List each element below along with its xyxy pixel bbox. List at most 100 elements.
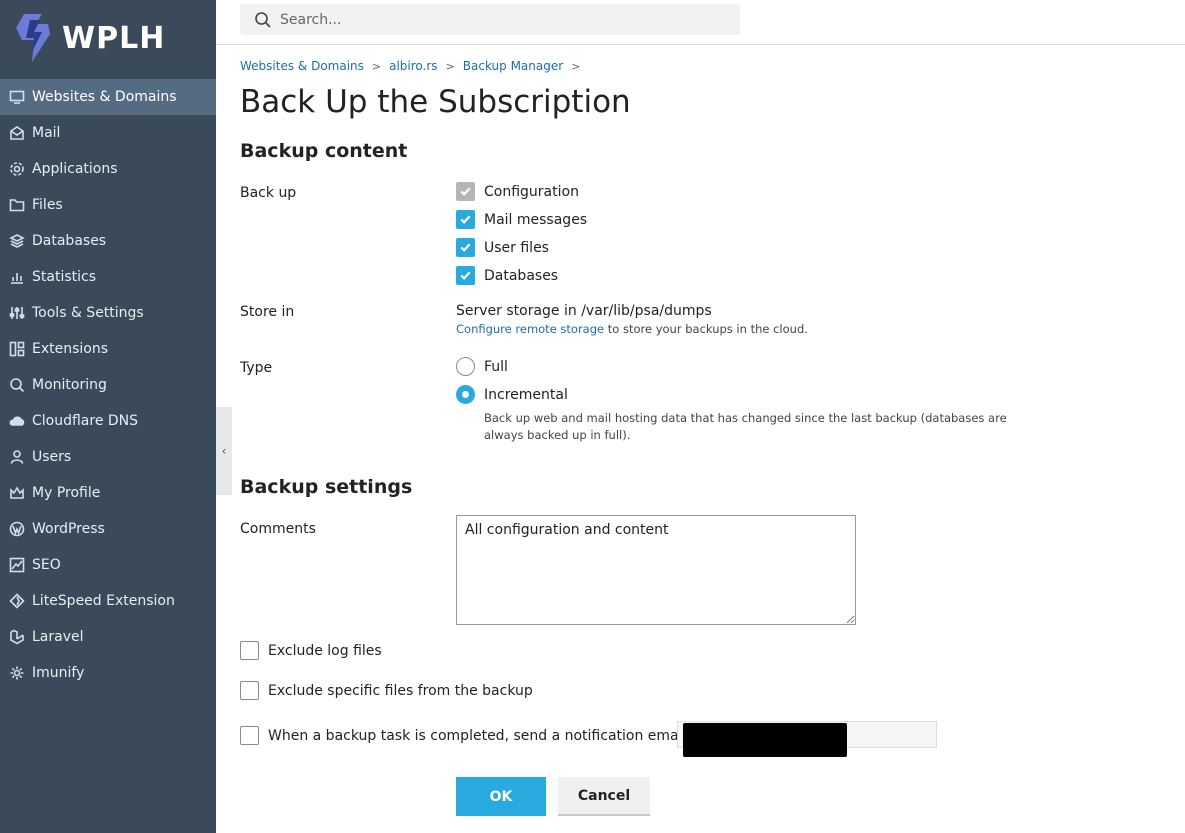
- sidebar-item-label: Laravel: [32, 629, 84, 645]
- sidebar-item-label: Statistics: [32, 269, 96, 285]
- breadcrumb-backup-manager[interactable]: Backup Manager: [463, 59, 563, 73]
- sidebar: WPLH Websites & Domains Mail Application…: [0, 0, 216, 833]
- option-label: When a backup task is completed, send a …: [268, 727, 705, 744]
- backup-content-heading: Backup content: [240, 140, 408, 162]
- option-label: Exclude log files: [268, 642, 382, 659]
- notify-email-option[interactable]: When a backup task is completed, send a …: [240, 726, 705, 745]
- sidebar-item-tools-settings[interactable]: Tools & Settings: [0, 295, 216, 331]
- option-databases[interactable]: Databases: [456, 266, 558, 285]
- sidebar-item-label: WordPress: [32, 521, 105, 537]
- sidebar-nav: Websites & Domains Mail Applications Fil…: [0, 79, 216, 691]
- radio-full[interactable]: [456, 357, 475, 376]
- redaction-mark: [683, 723, 847, 757]
- checkbox-mail-messages[interactable]: [456, 210, 475, 229]
- check-icon: [460, 187, 471, 196]
- sidebar-item-mail[interactable]: Mail: [0, 115, 216, 151]
- option-mail-messages[interactable]: Mail messages: [456, 210, 587, 229]
- mail-icon: [8, 124, 26, 142]
- type-full-option[interactable]: Full: [456, 357, 508, 376]
- sidebar-item-files[interactable]: Files: [0, 187, 216, 223]
- sidebar-item-my-profile[interactable]: My Profile: [0, 475, 216, 511]
- monitor-icon: [8, 88, 26, 106]
- bar-chart-icon: [8, 268, 26, 286]
- sidebar-item-monitoring[interactable]: Monitoring: [0, 367, 216, 403]
- sidebar-item-extensions[interactable]: Extensions: [0, 331, 216, 367]
- sidebar-item-label: Imunify: [32, 665, 85, 681]
- checkbox-configuration[interactable]: [456, 182, 475, 201]
- sidebar-item-label: Cloudflare DNS: [32, 413, 139, 429]
- ok-button[interactable]: OK: [456, 777, 546, 816]
- gear-icon: [8, 160, 26, 178]
- backup-settings-heading: Backup settings: [240, 476, 413, 498]
- sidebar-item-label: SEO: [32, 557, 61, 573]
- radio-label: Full: [484, 358, 508, 375]
- breadcrumb-domain[interactable]: albiro.rs: [389, 59, 437, 73]
- breadcrumb-websites-domains[interactable]: Websites & Domains: [240, 59, 364, 73]
- lightning-shield-icon: [16, 14, 50, 62]
- sidebar-item-databases[interactable]: Databases: [0, 223, 216, 259]
- layers-icon: [8, 232, 26, 250]
- checkbox-user-files[interactable]: [456, 238, 475, 257]
- checkbox-notify-email[interactable]: [240, 726, 259, 745]
- sliders-icon: [8, 304, 26, 322]
- remote-storage-note: Configure remote storage to store your b…: [456, 322, 808, 336]
- sidebar-item-label: Applications: [32, 161, 118, 177]
- sidebar-item-label: Websites & Domains: [32, 89, 177, 105]
- comments-label: Comments: [240, 521, 316, 537]
- search-icon: [255, 11, 271, 28]
- incremental-hint-line: Back up web and mail hosting data that h…: [484, 411, 1007, 425]
- radio-label: Incremental: [484, 386, 568, 403]
- puzzle-icon: [8, 340, 26, 358]
- exclude-log-files-option[interactable]: Exclude log files: [240, 641, 382, 660]
- cancel-button[interactable]: Cancel: [558, 777, 650, 816]
- radio-incremental[interactable]: [456, 385, 475, 404]
- configure-remote-storage-link[interactable]: Configure remote storage: [456, 322, 604, 336]
- magnifier-icon: [8, 376, 26, 394]
- sidebar-item-seo[interactable]: SEO: [0, 547, 216, 583]
- sidebar-item-applications[interactable]: Applications: [0, 151, 216, 187]
- sidebar-item-cloudflare-dns[interactable]: Cloudflare DNS: [0, 403, 216, 439]
- sidebar-item-laravel[interactable]: Laravel: [0, 619, 216, 655]
- chevron-right-icon: >: [445, 59, 455, 73]
- option-label: Mail messages: [484, 211, 588, 228]
- checkbox-exclude-specific-files[interactable]: [240, 681, 259, 700]
- sidebar-item-label: Tools & Settings: [32, 305, 144, 321]
- option-label: User files: [484, 239, 549, 256]
- sidebar-item-users[interactable]: Users: [0, 439, 216, 475]
- option-label: Configuration: [484, 183, 579, 200]
- backup-label: Back up: [240, 185, 297, 201]
- remote-storage-suffix: to store your backups in the cloud.: [604, 322, 808, 336]
- sidebar-collapse-toggle[interactable]: ‹: [216, 407, 232, 495]
- sidebar-item-wordpress[interactable]: WordPress: [0, 511, 216, 547]
- cloud-icon: [8, 412, 26, 430]
- comments-textarea[interactable]: All configuration and content: [456, 515, 856, 625]
- sidebar-item-label: Files: [32, 197, 63, 213]
- option-user-files[interactable]: User files: [456, 238, 549, 257]
- brand-name: WPLH: [62, 20, 166, 56]
- checkbox-databases[interactable]: [456, 266, 475, 285]
- check-icon: [460, 271, 471, 280]
- trend-icon: [8, 556, 26, 574]
- option-label: Exclude specific files from the backup: [268, 682, 533, 699]
- option-configuration[interactable]: Configuration: [456, 182, 579, 201]
- sidebar-item-statistics[interactable]: Statistics: [0, 259, 216, 295]
- chevron-right-icon: >: [571, 59, 581, 73]
- checkbox-exclude-log-files[interactable]: [240, 641, 259, 660]
- sidebar-item-websites-domains[interactable]: Websites & Domains: [0, 79, 216, 115]
- type-incremental-option[interactable]: Incremental: [456, 385, 568, 404]
- exclude-specific-files-option[interactable]: Exclude specific files from the backup: [240, 681, 533, 700]
- type-label: Type: [240, 360, 273, 376]
- cog-icon: [8, 664, 26, 682]
- litespeed-icon: [8, 592, 26, 610]
- sidebar-item-label: Monitoring: [32, 377, 107, 393]
- check-icon: [460, 243, 471, 252]
- breadcrumb: Websites & Domains > albiro.rs > Backup …: [240, 59, 588, 73]
- brand-logo[interactable]: WPLH: [10, 6, 165, 70]
- search-input[interactable]: [280, 11, 720, 28]
- chevron-right-icon: >: [371, 59, 382, 73]
- search-box[interactable]: [240, 4, 740, 35]
- sidebar-item-imunify[interactable]: Imunify: [0, 655, 216, 691]
- user-icon: [8, 448, 26, 466]
- sidebar-item-litespeed[interactable]: LiteSpeed Extension: [0, 583, 216, 619]
- chevron-left-icon: ‹: [221, 444, 227, 458]
